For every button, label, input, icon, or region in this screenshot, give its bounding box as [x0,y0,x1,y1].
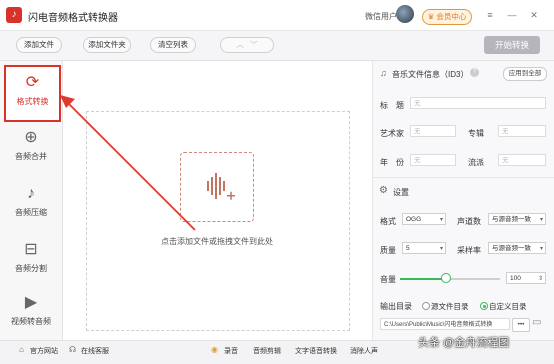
quality-value: 5 [406,245,410,252]
music-note-icon: ♪ [6,7,22,23]
add-file-button[interactable]: 添加文件 [16,37,62,53]
volume-label: 音量 [380,275,396,284]
help-icon[interactable]: ? [470,68,479,77]
volume-slider-fill [400,278,445,280]
drop-hint: 点击添加文件或拖拽文件到此处 [161,237,273,246]
video-icon: ▶ [24,294,38,311]
info-title: 音乐文件信息（ID3） [392,70,469,79]
chevron-down-icon: ▾ [539,246,543,252]
refresh-icon: ⟳ [25,74,40,91]
year-field[interactable]: 无 [410,154,456,166]
format-label: 格式 [380,217,396,226]
volume-slider-handle[interactable] [441,273,451,283]
sidebar-item-audio-compress[interactable]: ♪ 音频压缩 [0,176,62,232]
output-label: 输出目录 [380,302,412,311]
split-icon: ⊟ [24,241,38,258]
watermark: 头条 @金舟流程图 [418,337,510,349]
divider [372,177,554,178]
artist-field[interactable]: 无 [410,125,456,137]
title-field[interactable]: 无 [410,97,546,109]
music-info-icon: ♫ [380,68,387,78]
album-field[interactable]: 无 [498,125,546,137]
add-audio-icon[interactable] [180,152,254,222]
sidebar-item-video-to-audio[interactable]: ▶ 视频转音频 [0,285,62,341]
gear-icon: ⚙ [379,185,388,196]
output-source-radio[interactable] [422,302,430,310]
sidebar-item-format-convert[interactable]: ⟳ 格式转换 [4,65,61,122]
settings-title: 设置 [393,188,409,197]
close-icon[interactable]: ✕ [529,10,539,20]
sidebar-item-label: 音频合并 [15,152,47,161]
chevron-up-icon[interactable]: ︿ [236,40,244,49]
chevron-down-icon: ▾ [539,217,543,223]
year-field-label: 年 份 [380,158,404,167]
browse-button[interactable]: ••• [512,318,530,332]
channel-select[interactable]: 与源音频一致 ▾ [488,213,546,225]
sidebar-item-audio-merge[interactable]: ⊕ 音频合并 [0,120,62,176]
avatar[interactable] [396,5,414,23]
output-path-field[interactable]: C:\Users\Public\Music\闪电音频格式转换 [380,318,510,330]
album-field-label: 专辑 [468,129,484,138]
audio-cut-link[interactable]: 音频剪辑 [253,346,281,356]
title-field-label: 标 题 [380,101,404,110]
volume-stepper[interactable]: 100 ⇕ [506,272,546,284]
mic-icon: ◉ [211,345,218,354]
quality-label: 质量 [380,246,396,255]
format-select[interactable]: OGG ▾ [402,213,446,225]
service-link[interactable]: 在线客服 [81,346,109,356]
chevron-down-icon[interactable]: ﹀ [250,40,258,49]
add-folder-button[interactable]: 添加文件夹 [83,37,131,53]
app-title: 闪电音频格式转换器 [28,13,118,24]
samplerate-label: 采样率 [457,246,481,255]
record-link[interactable]: 录音 [224,346,238,356]
format-value: OGG [406,216,422,223]
genre-field[interactable]: 无 [498,154,546,166]
output-source-label[interactable]: 源文件目录 [431,301,469,312]
volume-value: 100 [510,275,521,282]
compress-icon: ♪ [27,185,35,202]
website-link[interactable]: 官方网站 [30,346,58,356]
artist-field-label: 艺术家 [380,129,404,138]
output-custom-radio[interactable] [480,302,488,310]
move-buttons[interactable]: ︿ ﹀ [220,37,274,53]
home-icon: ⌂ [19,345,24,354]
sidebar-item-label: 视频转音频 [11,317,51,326]
folder-icon[interactable]: ▭ [532,317,541,328]
samplerate-value: 与源音频一致 [492,245,531,252]
menu-icon[interactable]: ≡ [485,10,495,20]
start-convert-button[interactable]: 开始转换 [484,36,540,54]
channel-label: 声道数 [457,217,481,226]
stepper-arrows-icon: ⇕ [537,276,543,282]
chevron-down-icon: ▾ [439,246,443,252]
minimize-icon[interactable]: — [507,10,517,20]
clear-list-button[interactable]: 清空列表 [150,37,196,53]
channel-value: 与源音频一致 [492,216,531,223]
vip-label: 会员中心 [436,12,467,21]
vocal-remove-link[interactable]: 消除人声 [350,346,378,356]
samplerate-select[interactable]: 与源音频一致 ▾ [488,242,546,254]
genre-field-label: 流派 [468,158,484,167]
apply-all-button[interactable]: 应用到全部 [503,67,547,81]
sidebar-item-audio-split[interactable]: ⊟ 音频分割 [0,232,62,288]
crown-icon: ♛ [427,12,435,21]
chevron-down-icon: ▾ [439,217,443,223]
output-custom-label[interactable]: 自定义目录 [489,301,527,312]
vip-center-button[interactable]: ♛ 会员中心 [422,9,472,25]
user-name[interactable]: 微信用户 [365,11,397,22]
merge-icon: ⊕ [24,129,38,146]
sidebar-item-label: 音频分割 [15,264,47,273]
headset-icon: ☊ [68,345,77,354]
sidebar-item-label: 音频压缩 [15,208,47,217]
tts-link[interactable]: 文字语音转换 [295,346,337,356]
quality-select[interactable]: 5 ▾ [402,242,446,254]
sidebar-item-label: 格式转换 [16,97,49,106]
